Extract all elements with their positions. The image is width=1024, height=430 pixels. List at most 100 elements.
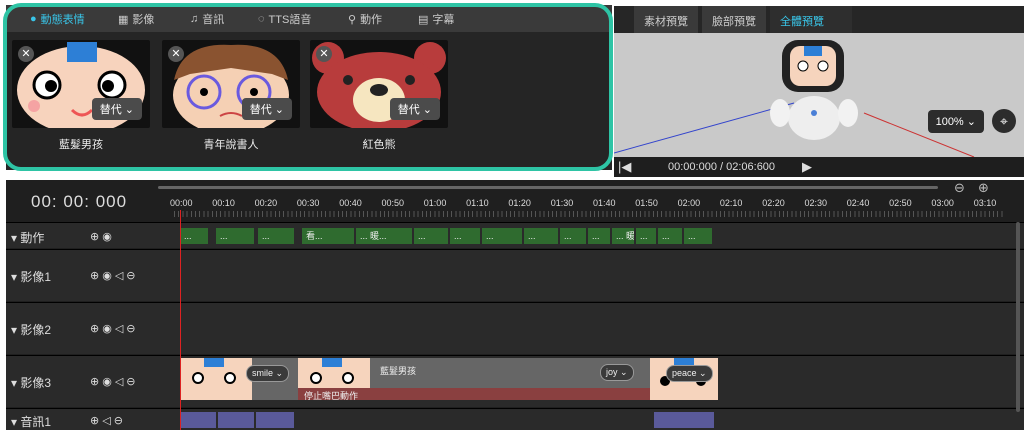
motion-clip[interactable]: ... xyxy=(482,228,522,244)
timecode: 00: 00: 000 xyxy=(31,192,128,211)
eye-icon[interactable]: ◉ xyxy=(102,375,112,388)
expression-dropdown[interactable]: peace ⌄ xyxy=(666,365,713,382)
speaker-icon[interactable]: ◁ xyxy=(115,375,123,388)
preview-tab-bar: 素材預覽 臉部預覽 全體預覽 xyxy=(614,6,1024,33)
motion-clip[interactable]: ... xyxy=(560,228,586,244)
track-label: ▾ 音訊1 xyxy=(11,415,52,429)
remove-icon[interactable]: ✕ xyxy=(18,46,34,62)
ruler-tick-label: 02:00 xyxy=(677,198,701,208)
skip-to-start-icon[interactable]: |◀ xyxy=(618,159,631,175)
motion-clip[interactable]: ... xyxy=(180,228,208,244)
asset-card-red-bear[interactable]: ✕ 替代 ⌄ xyxy=(310,40,448,128)
motion-clip[interactable]: ... xyxy=(450,228,480,244)
unlock-icon[interactable]: ⊕ xyxy=(90,375,99,388)
speaker-icon[interactable]: ◁ xyxy=(102,414,110,427)
tab-tts[interactable]: ◌ TTS語音 xyxy=(258,11,311,27)
subtitle-icon: ▤ xyxy=(418,13,429,26)
unlock-icon[interactable]: ⊕ xyxy=(90,230,99,243)
ruler-tick-label: 02:40 xyxy=(846,198,870,208)
lip-sync-bar[interactable]: 停止嘴巴動作 xyxy=(298,388,650,400)
unlock-icon[interactable]: ⊕ xyxy=(90,269,99,282)
motion-clip[interactable]: ... 暖... xyxy=(612,228,634,244)
ruler-tick-label: 01:50 xyxy=(635,198,658,208)
speaker-icon[interactable]: ◁ xyxy=(115,322,123,335)
motion-clip[interactable]: 看... xyxy=(302,228,354,244)
track-controls: ⊕ ◉ ◁ ⊖ xyxy=(90,322,136,335)
tab-dynamic-expression[interactable]: ● 動態表情 xyxy=(30,11,85,27)
motion-clip[interactable]: ... xyxy=(636,228,656,244)
tab-full-preview[interactable]: 全體預覽 xyxy=(770,6,852,33)
audio-clip[interactable] xyxy=(654,412,714,428)
track-controls: ⊕ ◉ xyxy=(90,230,112,243)
track-motion: ▾ 動作 ⊕ ◉ ......... 看...... 暖..............… xyxy=(6,222,1024,248)
audio-clip[interactable] xyxy=(256,412,294,428)
track-label: ▾ 影像1 xyxy=(11,270,52,284)
lips-icon[interactable]: ⊖ xyxy=(126,322,135,335)
preview-stage[interactable]: 100% ⌄ ⌖ xyxy=(614,33,1024,157)
playhead[interactable] xyxy=(180,210,181,430)
tab-face-preview[interactable]: 臉部預覽 xyxy=(702,6,766,33)
asset-name: 紅色熊 xyxy=(362,139,396,151)
eye-icon[interactable]: ◉ xyxy=(102,269,112,282)
motion-clip[interactable]: ... xyxy=(588,228,610,244)
motion-clip[interactable]: ... xyxy=(216,228,254,244)
track-label: ▾ 動作 xyxy=(11,231,45,245)
eye-icon[interactable]: ◉ xyxy=(102,322,112,335)
playback-bar: |◀ 00:00:000 / 02:06:600 ▶ xyxy=(614,157,1024,177)
tab-motion[interactable]: ⚲ 動作 xyxy=(348,11,382,27)
ruler-tick-label: 02:50 xyxy=(889,198,912,208)
asset-tab-bar: ● 動態表情 ▦ 影像 ♫ 音訊 ◌ TTS語音 ⚲ 動作 ▤ 字幕 xyxy=(6,5,612,32)
motion-clip[interactable]: ... xyxy=(684,228,712,244)
film-icon: ▦ xyxy=(118,13,129,26)
replace-dropdown[interactable]: 替代 ⌄ xyxy=(91,98,142,120)
track-controls: ⊕ ◉ ◁ ⊖ xyxy=(90,269,136,282)
track-controls: ⊕ ◉ ◁ ⊖ xyxy=(90,375,136,388)
play-icon[interactable]: ▶ xyxy=(802,159,812,175)
unlock-icon[interactable]: ⊕ xyxy=(90,322,99,335)
ruler-tick-label: 01:20 xyxy=(508,198,531,208)
expression-dropdown[interactable]: smile ⌄ xyxy=(246,365,290,382)
ruler-tick-label: 01:40 xyxy=(593,198,616,208)
asset-card-young-narrator[interactable]: ✕ 替代 ⌄ xyxy=(162,40,300,128)
face-clip[interactable] xyxy=(180,358,252,400)
remove-icon[interactable]: ✕ xyxy=(316,46,332,62)
replace-dropdown[interactable]: 替代 ⌄ xyxy=(389,98,440,120)
remove-icon[interactable]: ✕ xyxy=(168,46,184,62)
ruler-tick-label: 00:00 xyxy=(170,198,193,208)
motion-clip[interactable]: ... xyxy=(414,228,448,244)
asset-card-blue-hair-boy[interactable]: ✕ 替代 ⌄ xyxy=(12,40,150,128)
track-video2: ▾ 影像2 ⊕ ◉ ◁ ⊖ xyxy=(6,302,1024,354)
asset-name: 藍髮男孩 xyxy=(59,139,103,151)
ruler-tick-label: 01:00 xyxy=(423,198,447,208)
lips-icon[interactable]: ⊖ xyxy=(126,375,135,388)
track-label: ▾ 影像3 xyxy=(11,376,52,390)
motion-clip[interactable]: ... xyxy=(524,228,558,244)
tab-subtitle[interactable]: ▤ 字幕 xyxy=(418,11,454,27)
tab-video[interactable]: ▦ 影像 xyxy=(118,11,154,27)
time-ruler[interactable]: 00:00 00:10 00:20 00:30 00:40 00:50 01:00 01:10… xyxy=(170,184,1014,220)
eye-icon[interactable]: ◉ xyxy=(102,230,112,243)
ruler-tick-label: 00:20 xyxy=(254,198,278,208)
replace-dropdown[interactable]: 替代 ⌄ xyxy=(241,98,292,120)
clip-name: 藍髮男孩 xyxy=(380,366,417,376)
vertical-scrollbar[interactable] xyxy=(1016,222,1020,412)
ruler-tick-label: 03:10 xyxy=(973,198,997,208)
lips-icon[interactable]: ⊖ xyxy=(114,414,123,427)
audio-clip[interactable] xyxy=(218,412,254,428)
zoom-dropdown[interactable]: 100% ⌄ xyxy=(927,110,984,133)
expression-dropdown[interactable]: joy ⌄ xyxy=(600,364,634,381)
playback-time: 00:00:000 / 02:06:600 xyxy=(668,161,776,173)
lips-icon[interactable]: ⊖ xyxy=(126,269,135,282)
audio-clip[interactable] xyxy=(180,412,216,428)
motion-clip[interactable]: ... xyxy=(258,228,294,244)
tab-material-preview[interactable]: 素材預覽 xyxy=(634,6,698,33)
ruler-tick-label: 00:50 xyxy=(381,198,405,208)
tab-audio[interactable]: ♫ 音訊 xyxy=(190,11,224,27)
motion-clip[interactable]: ... xyxy=(658,228,682,244)
speaker-icon[interactable]: ◁ xyxy=(115,269,123,282)
unlock-icon[interactable]: ⊕ xyxy=(90,414,99,427)
motion-clip[interactable]: ... 暖... xyxy=(356,228,412,244)
recenter-icon[interactable]: ⌖ xyxy=(992,109,1016,133)
ruler-ticks xyxy=(174,211,1004,217)
track-video1: ▾ 影像1 ⊕ ◉ ◁ ⊖ xyxy=(6,249,1024,301)
